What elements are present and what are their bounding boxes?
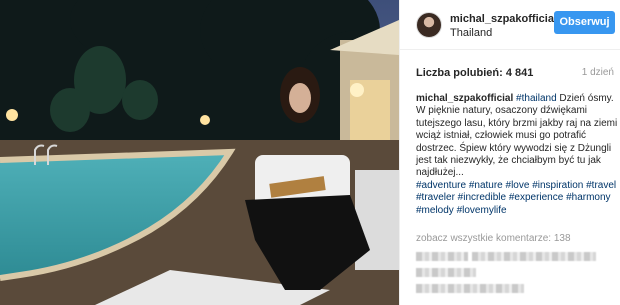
post-photo[interactable] <box>0 0 399 305</box>
blurred-comment-line <box>416 268 476 277</box>
header-username[interactable]: michal_szpakofficial <box>450 13 557 25</box>
caption-hashtags: #adventure #nature #love #inspiration #t… <box>416 180 620 217</box>
hashtag-list[interactable]: #adventure #nature #love #inspiration #t… <box>416 180 616 216</box>
post-time: 1 dzień <box>581 67 614 78</box>
blurred-comment-line <box>472 252 596 261</box>
post-header: michal_szpakofficial Thailand Obserwuj <box>400 0 620 50</box>
post-caption: michal_szpakofficial #thailand Dzień ósm… <box>416 93 620 217</box>
caption-text: Dzień ósmy. W pięknie natury, osaczony d… <box>416 93 618 179</box>
view-all-comments[interactable]: zobacz wszystkie komentarze: 138 <box>416 233 571 244</box>
blurred-comment-line <box>416 252 468 261</box>
photo-scene <box>0 0 399 305</box>
follow-button[interactable]: Obserwuj <box>554 11 615 34</box>
caption-location-tag[interactable]: #thailand <box>516 93 557 104</box>
avatar[interactable] <box>416 12 442 38</box>
blurred-comment-line <box>416 284 524 293</box>
instagram-post: michal_szpakofficial Thailand Obserwuj L… <box>0 0 620 305</box>
caption-author[interactable]: michal_szpakofficial <box>416 93 513 104</box>
likes-count[interactable]: Liczba polubień: 4 841 <box>416 67 533 79</box>
header-location[interactable]: Thailand <box>450 27 492 39</box>
post-sidebar: michal_szpakofficial Thailand Obserwuj L… <box>399 0 620 305</box>
